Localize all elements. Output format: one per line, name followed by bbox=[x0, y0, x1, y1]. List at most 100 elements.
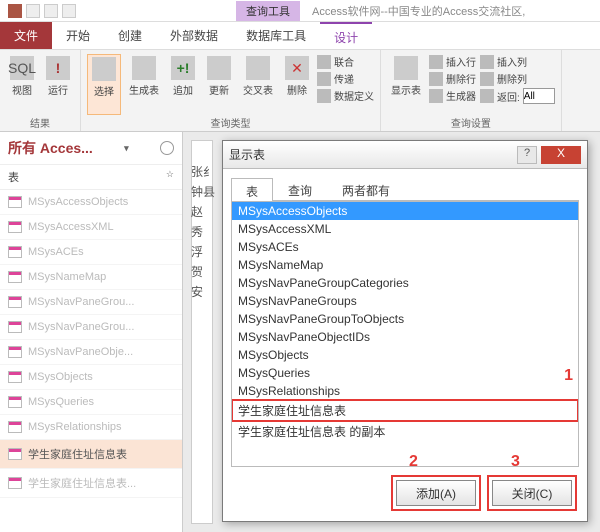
nav-item[interactable]: MSysAccessXML bbox=[0, 215, 182, 240]
run-icon: ! bbox=[46, 56, 70, 80]
close-button[interactable]: X bbox=[541, 146, 581, 164]
tab-dbtools[interactable]: 数据库工具 bbox=[232, 22, 320, 49]
union-button[interactable]: 联合 bbox=[317, 54, 374, 69]
search-icon[interactable] bbox=[160, 141, 174, 155]
dialog-list-item[interactable]: MSysNavPaneObjectIDs bbox=[232, 328, 578, 346]
add-button-wrap: 添加(A) bbox=[393, 477, 479, 509]
dialog-titlebar[interactable]: 显示表 ? X bbox=[223, 141, 587, 169]
nav-item-label: MSysACEs bbox=[28, 246, 84, 258]
ribbon-group-querytype: 选择 生成表 +! 追加 更新 交叉表 ✕ 删除 bbox=[81, 50, 381, 131]
nav-item[interactable]: MSysNavPaneGrou... bbox=[0, 315, 182, 340]
tab-home[interactable]: 开始 bbox=[52, 22, 104, 49]
sql-icon: SQL bbox=[10, 56, 34, 80]
nav-subheader[interactable]: 表 ☆ bbox=[0, 165, 182, 190]
insert-rows-button[interactable]: 插入行 bbox=[429, 54, 476, 69]
nav-list: MSysAccessObjectsMSysAccessXML MSysACEs MS… bbox=[0, 190, 182, 498]
tab-create[interactable]: 创建 bbox=[104, 22, 156, 49]
table-icon bbox=[8, 271, 22, 283]
dialog-tab-both[interactable]: 两者都有 bbox=[327, 177, 405, 200]
rows-small: 插入行 删除行 生成器 bbox=[429, 54, 476, 115]
passthrough-button[interactable]: 传递 bbox=[317, 71, 374, 86]
select-query-button[interactable]: 选择 bbox=[87, 54, 121, 115]
table-icon bbox=[8, 246, 22, 258]
ribbon-group-querysetup: 显示表 插入行 删除行 生成器 插入列 删除列 返回: 查询设置 bbox=[381, 50, 562, 131]
qat-save-icon[interactable] bbox=[26, 4, 40, 18]
nav-item[interactable]: 学生家庭住址信息表 bbox=[0, 440, 182, 469]
dialog-list-item[interactable]: MSysAccessObjects bbox=[232, 202, 578, 220]
query-type-small: 联合 传递 数据定义 bbox=[317, 54, 374, 115]
datadef-button[interactable]: 数据定义 bbox=[317, 88, 374, 103]
nav-item-label: MSysNavPaneObje... bbox=[28, 346, 133, 358]
nav-item[interactable]: 学生家庭住址信息表... bbox=[0, 469, 182, 498]
dialog-tab-queries[interactable]: 查询 bbox=[273, 177, 327, 200]
nav-item-label: MSysNavPaneGrou... bbox=[28, 321, 134, 333]
dialog-body: 表 查询 两者都有 MSysAccessObjectsMSysAccessXML… bbox=[223, 169, 587, 521]
dialog-tabs: 表 查询 两者都有 bbox=[231, 177, 579, 201]
dialog-list-item[interactable]: MSysRelationships bbox=[232, 382, 578, 400]
dialog-title: 显示表 bbox=[229, 146, 265, 163]
dialog-list-item[interactable]: 学生家庭住址信息表 的副本 bbox=[232, 421, 578, 442]
dialog-list-item[interactable]: MSysObjects bbox=[232, 346, 578, 364]
dialog-close-button[interactable]: 关闭(C) bbox=[492, 480, 572, 506]
view-button[interactable]: SQL 视图 bbox=[6, 54, 38, 115]
nav-item[interactable]: MSysRelationships bbox=[0, 415, 182, 440]
delete-cols-icon bbox=[480, 72, 494, 86]
nav-item[interactable]: MSysNameMap bbox=[0, 265, 182, 290]
update-button[interactable]: 更新 bbox=[203, 54, 235, 115]
dialog-list-item[interactable]: 学生家庭住址信息表 bbox=[232, 400, 578, 421]
dialog-list-item[interactable]: MSysNavPaneGroupToObjects bbox=[232, 310, 578, 328]
nav-item[interactable]: MSysNavPaneObje... bbox=[0, 340, 182, 365]
close-button-wrap: 关闭(C) bbox=[489, 477, 575, 509]
nav-item[interactable]: MSysACEs bbox=[0, 240, 182, 265]
qat-undo-icon[interactable] bbox=[44, 4, 58, 18]
maketable-button[interactable]: 生成表 bbox=[125, 54, 163, 115]
navigation-pane: 所有 Acces... ▾ 表 ☆ MSysAccessObjectsMSysA… bbox=[0, 132, 183, 532]
nav-item[interactable]: MSysQueries bbox=[0, 390, 182, 415]
dialog-list-item[interactable]: MSysNavPaneGroups bbox=[232, 292, 578, 310]
return-icon bbox=[480, 89, 494, 103]
cols-small: 插入列 删除列 返回: bbox=[480, 54, 555, 115]
tab-file[interactable]: 文件 bbox=[0, 22, 52, 49]
dialog-list-item[interactable]: MSysACEs bbox=[232, 238, 578, 256]
annotation-1: 1 bbox=[564, 367, 573, 385]
return-input[interactable] bbox=[523, 88, 555, 104]
passthrough-icon bbox=[317, 72, 331, 86]
nav-item-label: 学生家庭住址信息表... bbox=[28, 475, 136, 491]
insert-rows-icon bbox=[429, 55, 443, 69]
update-icon bbox=[207, 56, 231, 80]
title-bar: 查询工具 Access软件网--中国专业的Access交流社区, bbox=[0, 0, 600, 22]
show-table-dialog: 显示表 ? X 表 查询 两者都有 MSysAccessObjectsMSysA… bbox=[222, 140, 588, 522]
qat-redo-icon[interactable] bbox=[62, 4, 76, 18]
crosstab-button[interactable]: 交叉表 bbox=[239, 54, 277, 115]
add-button[interactable]: 添加(A) bbox=[396, 480, 476, 506]
help-button[interactable]: ? bbox=[517, 146, 537, 164]
dialog-list-item[interactable]: MSysNavPaneGroupCategories bbox=[232, 274, 578, 292]
tab-design[interactable]: 设计 bbox=[320, 22, 372, 49]
nav-item-label: MSysObjects bbox=[28, 371, 93, 383]
dialog-tab-tables[interactable]: 表 bbox=[231, 178, 273, 201]
dialog-list-item[interactable]: MSysQueries bbox=[232, 364, 578, 382]
nav-header[interactable]: 所有 Acces... ▾ bbox=[0, 132, 182, 165]
dialog-list-item[interactable]: MSysAccessXML bbox=[232, 220, 578, 238]
chevron-down-icon: ▾ bbox=[124, 143, 129, 154]
append-button[interactable]: +! 追加 bbox=[167, 54, 199, 115]
delete-cols-button[interactable]: 删除列 bbox=[480, 71, 555, 86]
nav-item[interactable]: MSysObjects bbox=[0, 365, 182, 390]
nav-item[interactable]: MSysNavPaneGrou... bbox=[0, 290, 182, 315]
run-button[interactable]: ! 运行 bbox=[42, 54, 74, 115]
delete-rows-button[interactable]: 删除行 bbox=[429, 71, 476, 86]
showtable-icon bbox=[394, 56, 418, 80]
nav-item-label: MSysQueries bbox=[28, 396, 94, 408]
delete-rows-icon bbox=[429, 72, 443, 86]
dialog-table-list[interactable]: MSysAccessObjectsMSysAccessXMLMSysACEsMS… bbox=[231, 201, 579, 467]
nav-item[interactable]: MSysAccessObjects bbox=[0, 190, 182, 215]
insert-cols-button[interactable]: 插入列 bbox=[480, 54, 555, 69]
ribbon-group-results: SQL 视图 ! 运行 结果 bbox=[0, 50, 81, 131]
insert-cols-icon bbox=[480, 55, 494, 69]
builder-button[interactable]: 生成器 bbox=[429, 88, 476, 103]
tab-external[interactable]: 外部数据 bbox=[156, 22, 232, 49]
table-icon bbox=[8, 448, 22, 460]
delete-query-button[interactable]: ✕ 删除 bbox=[281, 54, 313, 115]
dialog-list-item[interactable]: MSysNameMap bbox=[232, 256, 578, 274]
showtable-button[interactable]: 显示表 bbox=[387, 54, 425, 115]
